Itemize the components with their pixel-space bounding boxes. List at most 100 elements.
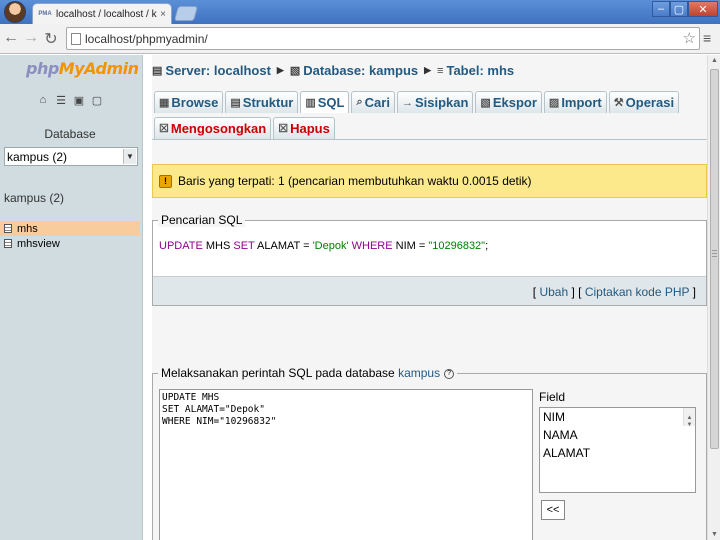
tab-struktur[interactable]: ▤ Struktur	[225, 91, 299, 113]
query-window-icon[interactable]: ☰	[54, 93, 68, 107]
sql-query-box: Pencarian SQL UPDATE MHS SET ALAMAT = 'D…	[152, 213, 707, 306]
url-text: localhost/phpmyadmin/	[85, 31, 208, 46]
scroll-down-icon[interactable]: ▼	[711, 531, 718, 538]
tab-label: Cari	[364, 95, 390, 110]
table-list: mhs mhsview	[0, 221, 140, 251]
nav-icon-bar: ⌂ ☰ ▣ ▢	[36, 93, 104, 107]
run-sql-legend-text: Melaksanakan perintah SQL pada database	[161, 366, 399, 380]
back-arrow-icon[interactable]: ←	[2, 29, 20, 47]
breadcrumb-arrow-icon: ▶	[424, 65, 432, 75]
tab-label: Ekspor	[492, 95, 537, 110]
navigation-pane: phpMyAdmin ⌂ ☰ ▣ ▢ Database kampus (2) ▼…	[0, 55, 143, 540]
field-option[interactable]: ALAMAT	[540, 444, 695, 462]
insert-field-button[interactable]: <<	[541, 500, 565, 520]
logo-my: My	[58, 59, 85, 78]
logo-admin: Admin	[84, 59, 139, 78]
sql-string: "10296832"	[428, 240, 486, 252]
tab-label: Import	[561, 95, 602, 110]
empty-icon: ☒	[159, 123, 169, 135]
notice-icon: !	[159, 174, 172, 188]
scroll-down-icon[interactable]: ▼	[685, 416, 694, 428]
minimize-button[interactable]: –	[652, 1, 670, 17]
edit-query-link[interactable]: Ubah	[539, 285, 568, 299]
docs-icon[interactable]: ▣	[72, 93, 86, 107]
sql-icon: ▥	[305, 97, 316, 109]
tab-label: Operasi	[625, 95, 675, 110]
field-label: Field	[539, 390, 566, 404]
new-tab-button[interactable]	[173, 6, 199, 21]
import-icon: ▨	[548, 97, 560, 109]
field-option[interactable]: NAMA	[540, 426, 695, 444]
table-icon	[4, 224, 12, 233]
database-label: Database	[44, 127, 96, 141]
table-item-mhsview[interactable]: mhsview	[0, 236, 140, 251]
tab-divider	[152, 139, 707, 140]
export-icon: ▧	[480, 97, 491, 109]
tab-import[interactable]: ▨ Import	[543, 91, 607, 113]
tab-bar-row2: ☒ Mengosongkan ☒ Hapus	[154, 117, 335, 139]
tab-label: Browse	[171, 95, 219, 110]
table-item-label: mhsview	[17, 237, 60, 250]
tab-label: Mengosongkan	[170, 121, 267, 136]
tab-cari[interactable]: ⌕ Cari	[351, 91, 395, 113]
close-window-button[interactable]: ✕	[688, 1, 718, 17]
database-icon: ▧	[289, 65, 301, 77]
browser-titlebar: PMA localhost / localhost / kampus × – ▢…	[0, 0, 720, 24]
wrench-menu-icon[interactable]: ≡	[703, 30, 711, 46]
main-content: ▤ Server: localhost ▶ ▧ Database: kampus…	[152, 55, 707, 540]
sql-text: ALAMAT =	[254, 240, 313, 252]
structure-icon: ▤	[230, 97, 241, 109]
scroll-up-icon[interactable]: ▲	[711, 57, 718, 64]
forward-arrow-icon[interactable]: →	[22, 29, 40, 47]
sql-query-legend: Pencarian SQL	[158, 213, 246, 227]
breadcrumb-arrow-icon: ▶	[276, 65, 284, 75]
search-icon: ⌕	[356, 96, 363, 108]
tab-title: localhost / localhost / kampus	[56, 8, 157, 20]
table-icon	[4, 239, 12, 248]
profile-avatar[interactable]	[4, 1, 26, 23]
database-link[interactable]: kampus	[398, 366, 440, 380]
sql-text: MHS	[202, 240, 234, 252]
maximize-button[interactable]: ▢	[670, 1, 688, 17]
reload-icon[interactable]: ↻	[42, 29, 60, 49]
executed-query: UPDATE MHS SET ALAMAT = 'Depok' WHERE NI…	[159, 240, 488, 252]
run-sql-legend: Melaksanakan perintah SQL pada database …	[158, 366, 458, 380]
tab-hapus[interactable]: ☒ Hapus	[273, 117, 335, 139]
chevron-down-icon[interactable]: ▼	[123, 149, 136, 164]
insert-icon: →	[401, 96, 413, 109]
database-heading[interactable]: kampus (2)	[4, 191, 64, 205]
database-select[interactable]: kampus (2) ▼	[4, 147, 138, 166]
browser-tab[interactable]: PMA localhost / localhost / kampus ×	[32, 3, 172, 24]
phpmyadmin-logo[interactable]: phpMyAdmin	[26, 59, 139, 78]
tab-sisipkan[interactable]: → Sisipkan	[396, 91, 474, 113]
table-icon: ≡	[437, 64, 444, 77]
tab-sql[interactable]: ▥ SQL	[300, 91, 350, 113]
tab-mengosongkan[interactable]: ☒ Mengosongkan	[154, 117, 272, 139]
tab-browse[interactable]: ▦ Browse	[154, 91, 224, 113]
database-select-value: kampus (2)	[7, 149, 68, 164]
tab-operasi[interactable]: ⚒ Operasi	[608, 91, 680, 113]
tab-close-icon[interactable]: ×	[160, 9, 166, 20]
breadcrumb-server[interactable]: Server: localhost	[165, 63, 271, 78]
scrollbar-thumb[interactable]	[710, 69, 719, 449]
field-option[interactable]: NIM	[540, 408, 695, 426]
field-list-scrollbar[interactable]: ▲ ▼	[683, 408, 695, 428]
help-icon[interactable]: ?	[444, 368, 455, 379]
bookmark-star-icon[interactable]: ☆	[683, 29, 696, 47]
tab-bar: ▦ Browse ▤ Struktur ▥ SQL ⌕ Cari → Sisipkan ▧…	[154, 91, 680, 113]
table-item-mhs[interactable]: mhs	[0, 221, 140, 236]
address-bar[interactable]: localhost/phpmyadmin/ ☆	[66, 27, 700, 50]
breadcrumb-table[interactable]: Tabel: mhs	[446, 63, 514, 78]
pane-gap	[143, 55, 152, 540]
breadcrumb-database[interactable]: Database: kampus	[303, 63, 418, 78]
field-list[interactable]: NIM NAMA ALAMAT ▲ ▼	[539, 407, 696, 493]
tab-ekspor[interactable]: ▧ Ekspor	[475, 91, 542, 113]
sql-string: 'Depok'	[312, 240, 349, 252]
sql-query-textarea[interactable]: UPDATE MHS SET ALAMAT="Depok" WHERE NIM=…	[159, 389, 533, 540]
notice-text: Baris yang terpati: 1 (pencarian membutu…	[178, 174, 532, 188]
help-icon[interactable]: ▢	[90, 93, 104, 107]
sql-keyword: WHERE	[348, 240, 393, 252]
home-icon[interactable]: ⌂	[36, 93, 50, 107]
create-php-code-link[interactable]: Ciptakan kode PHP	[585, 285, 690, 299]
page-scrollbar[interactable]: ▲ ▼	[707, 55, 720, 540]
